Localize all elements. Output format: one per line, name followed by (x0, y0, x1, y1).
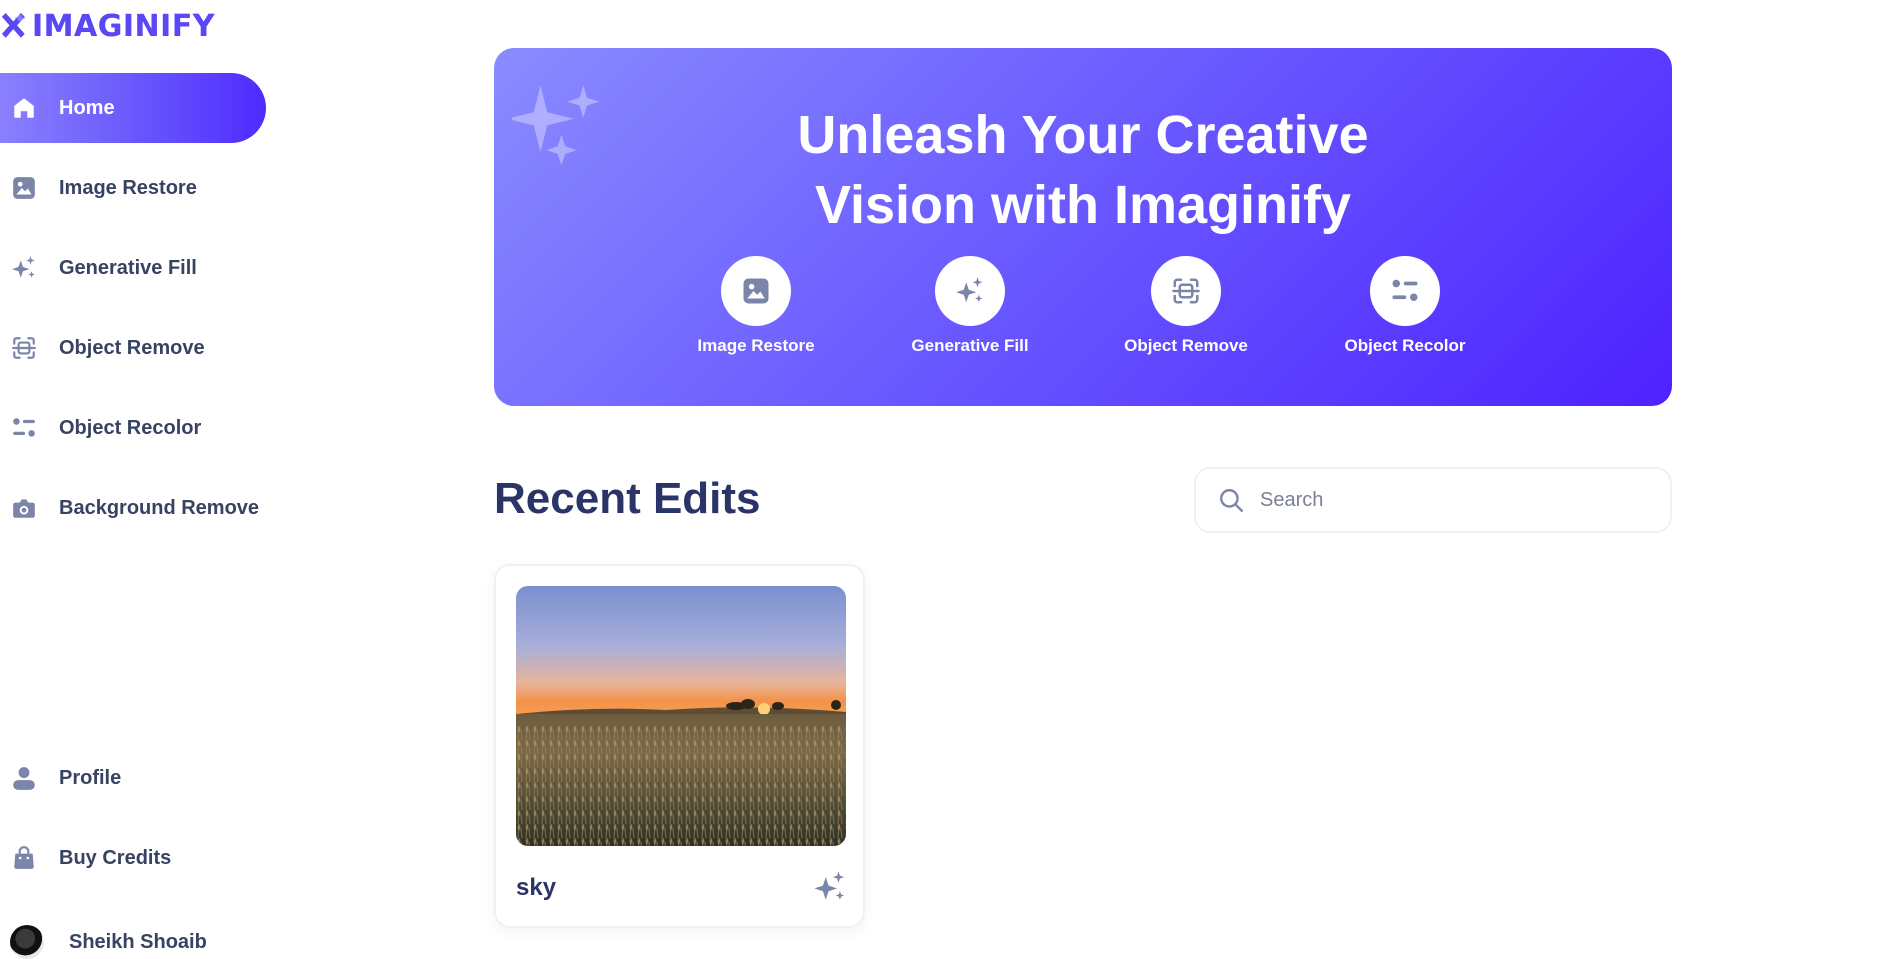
search-box[interactable] (1194, 467, 1672, 533)
home-icon (10, 94, 38, 122)
hero-title-line2: Vision with Imaginify (814, 175, 1352, 235)
wheat-field-sunset-image (516, 586, 846, 846)
sidebar-item-label: Buy Credits (59, 846, 172, 869)
sidebar-item-profile[interactable]: Profile (0, 743, 266, 813)
hero-title: Unleash Your Creative Vision with Imagin… (494, 100, 1672, 240)
sidebar-item-label: Object Recolor (59, 416, 202, 439)
stars-icon (956, 277, 983, 303)
tool-object-remove-button[interactable] (1151, 256, 1221, 326)
brand-name: IMAGINIFY (32, 8, 216, 44)
user-name: Sheikh Shoaib (69, 930, 207, 953)
tool-image-restore-button[interactable] (721, 256, 791, 326)
avatar[interactable] (10, 925, 44, 959)
sidebar-item-image-restore[interactable]: Image Restore (0, 153, 266, 223)
sidebar-item-label: Generative Fill (59, 256, 197, 279)
card-thumbnail[interactable] (516, 586, 846, 846)
tool-label: Image Restore (697, 336, 815, 355)
sidebar-item-object-remove[interactable]: Object Remove (0, 313, 266, 383)
stars-icon (814, 871, 845, 900)
stars-icon (10, 254, 38, 282)
sidebar-item-generative-fill[interactable]: Generative Fill (0, 233, 266, 303)
profile-icon (10, 764, 38, 792)
hero-title-line1: Unleash Your Creative (797, 105, 1369, 165)
search-input[interactable] (1260, 488, 1640, 512)
card-title: sky (516, 874, 557, 901)
sidebar-item-label: Home (59, 96, 115, 119)
sidebar-item-home[interactable]: Home (0, 73, 266, 143)
tool-object-recolor-button[interactable] (1370, 256, 1440, 326)
image-icon (10, 174, 38, 202)
filter-icon (10, 414, 38, 442)
user-profile[interactable]: Sheikh Shoaib (10, 922, 207, 959)
hero-banner: Unleash Your Creative Vision with Imagin… (494, 48, 1672, 406)
scan-icon (1172, 278, 1200, 304)
filter-icon (1392, 279, 1418, 301)
search-icon (1220, 489, 1244, 513)
tool-object-remove[interactable]: Object Remove (1106, 256, 1266, 356)
sidebar-item-label: Background Remove (59, 496, 260, 519)
tool-generative-fill-button[interactable] (935, 256, 1005, 326)
tool-shortcuts: Image Restore Generative Fill Object Rem… (494, 256, 1672, 366)
recent-edits-title: Recent Edits (494, 474, 761, 523)
bag-icon (10, 844, 38, 872)
tool-label: Object Remove (1124, 336, 1248, 355)
tool-label: Object Recolor (1344, 336, 1466, 355)
tool-generative-fill[interactable]: Generative Fill (890, 256, 1050, 356)
brand-logo[interactable]: IMAGINIFY (0, 6, 215, 46)
image-card[interactable]: sky (494, 564, 865, 928)
image-icon (743, 278, 769, 304)
sidebar-item-label: Profile (59, 766, 122, 789)
sidebar-item-buy-credits[interactable]: Buy Credits (0, 823, 266, 893)
tool-label: Generative Fill (911, 336, 1029, 355)
scan-icon (10, 334, 38, 362)
sidebar-item-background-remove[interactable]: Background Remove (0, 473, 266, 543)
sidebar: IMAGINIFY Home Image Restore Generative … (0, 0, 280, 959)
sidebar-item-label: Image Restore (59, 176, 197, 199)
camera-icon (10, 494, 38, 522)
sidebar-item-object-recolor[interactable]: Object Recolor (0, 393, 266, 463)
tool-object-recolor[interactable]: Object Recolor (1325, 256, 1485, 356)
sidebar-item-label: Object Remove (59, 336, 205, 359)
tool-image-restore[interactable]: Image Restore (676, 256, 836, 356)
logo-icon (1, 13, 26, 38)
